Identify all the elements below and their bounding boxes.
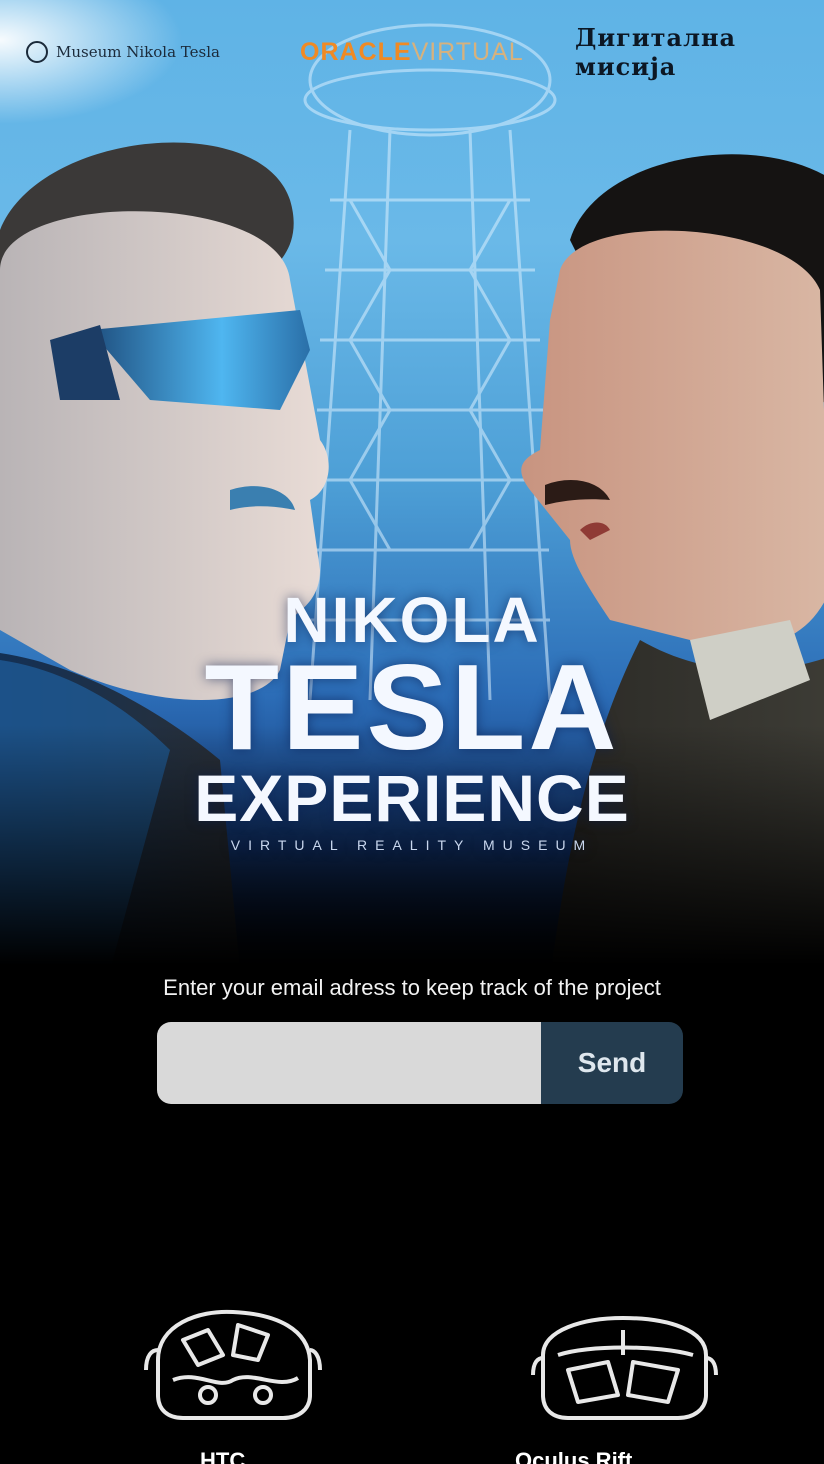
- device-label-vive: HTC Vive: [200, 1448, 246, 1464]
- studio-logo-part2: VIRTUAL: [411, 37, 524, 66]
- email-input[interactable]: [157, 1022, 541, 1104]
- museum-logo[interactable]: Museum Nikola Tesla: [26, 22, 266, 82]
- digital-mission-logo[interactable]: Дигитална мисија: [575, 22, 810, 82]
- vr-headset-icon: [531, 1316, 718, 1420]
- email-signup-form: Send: [157, 1022, 683, 1104]
- museum-logo-text: Museum Nikola Tesla: [56, 43, 220, 61]
- hero-subtitle: VIRTUAL REALITY MUSEUM: [230, 837, 594, 853]
- hero-banner: Museum Nikola Tesla ORACLE VIRTUAL Дигит…: [0, 0, 824, 965]
- title-line-2: TESLA: [204, 639, 620, 775]
- studio-logo-part1: ORACLE: [300, 37, 412, 66]
- vr-headset-icon: [144, 1309, 322, 1420]
- hero-title: NIKOLA TESLA EXPERIENCE VIRTUAL REALITY …: [170, 585, 654, 853]
- send-button[interactable]: Send: [541, 1022, 683, 1104]
- device-label-rift: Oculus Rift: [515, 1448, 633, 1464]
- signup-prompt: Enter your email adress to keep track of…: [163, 975, 661, 1000]
- museum-emblem-icon: [26, 41, 48, 63]
- partner-logo-bar: Museum Nikola Tesla ORACLE VIRTUAL Дигит…: [0, 22, 824, 82]
- studio-logo[interactable]: ORACLE VIRTUAL: [300, 22, 540, 82]
- title-line-3: EXPERIENCE: [194, 761, 630, 835]
